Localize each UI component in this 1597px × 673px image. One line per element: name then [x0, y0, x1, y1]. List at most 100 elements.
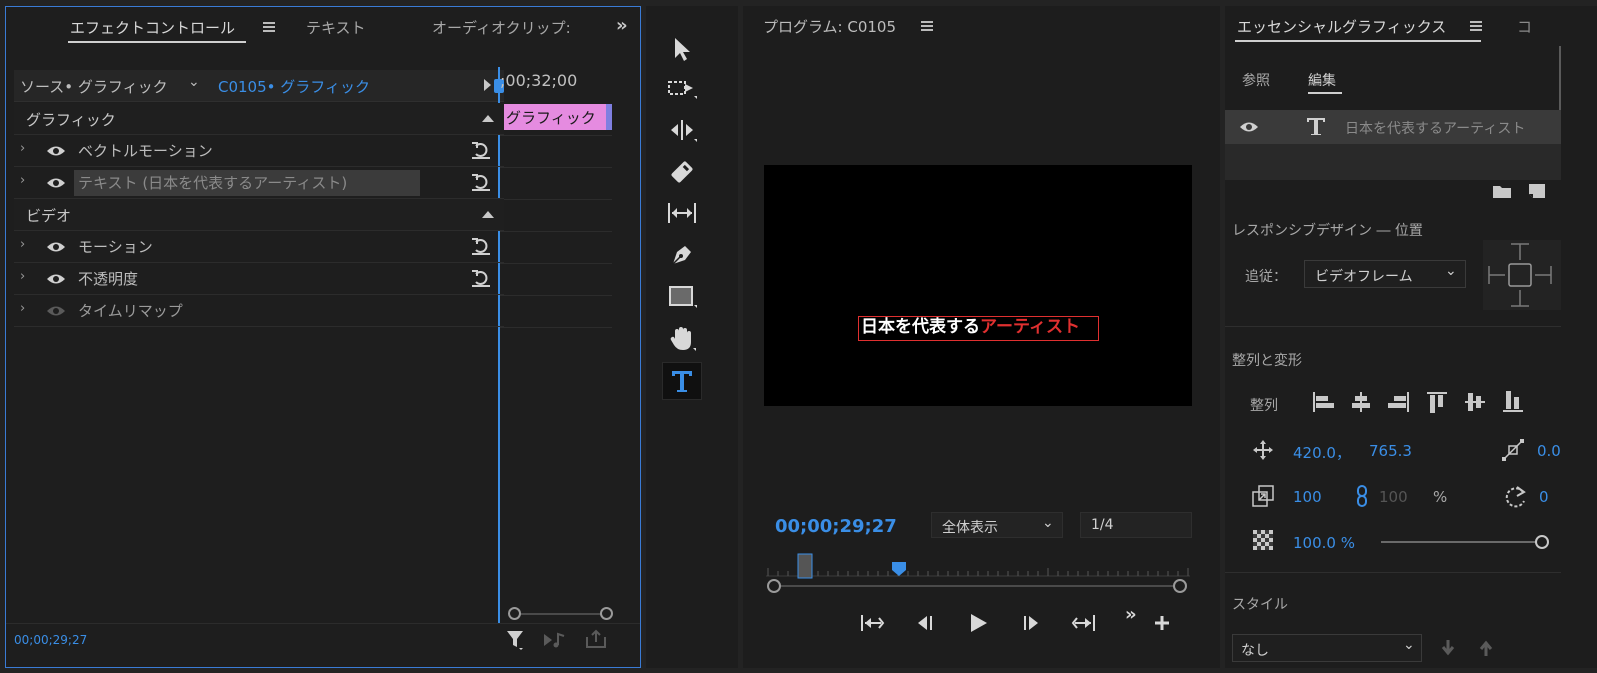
program-zoom-scrollbar[interactable]: [767, 578, 1187, 594]
source-dropdown-chevron-icon[interactable]: ⌄: [188, 74, 200, 90]
pen-tool-icon[interactable]: [664, 238, 700, 272]
pull-style-up-icon[interactable]: [1477, 638, 1495, 658]
scrollbar-handle-right[interactable]: [600, 607, 613, 620]
playhead-timecode[interactable]: 00;00;29;27: [775, 516, 897, 537]
timeline-divider: [500, 231, 612, 232]
eye-icon[interactable]: [46, 241, 66, 253]
go-to-in-icon[interactable]: [859, 612, 885, 634]
align-center-vertical-icon[interactable]: [1463, 390, 1487, 414]
link-icon[interactable]: [1355, 484, 1369, 508]
position-x-value[interactable]: 420.0，: [1293, 442, 1351, 463]
video-frame[interactable]: 日本を代表するアーティスト: [764, 165, 1192, 406]
more-controls-chevrons-icon[interactable]: »: [1125, 604, 1137, 625]
expand-chevron-icon[interactable]: ›: [20, 173, 25, 188]
graphic-clip-bar[interactable]: グラフィック: [500, 104, 612, 130]
zoom-level-value: 全体表示: [942, 520, 998, 536]
ripple-edit-tool-icon[interactable]: [664, 114, 700, 148]
step-forward-icon[interactable]: [1021, 612, 1043, 634]
timeline-zoom-scrollbar[interactable]: [508, 607, 613, 621]
align-bottom-icon[interactable]: [1501, 390, 1525, 414]
clip-selector[interactable]: C0105• グラフィック: [218, 76, 370, 97]
type-tool-icon[interactable]: [662, 362, 702, 400]
scrollbar-handle-left[interactable]: [508, 607, 521, 620]
align-top-icon[interactable]: [1425, 390, 1449, 414]
effect-row-vector-motion[interactable]: › ベクトルモーション: [14, 135, 504, 167]
tab-truncated[interactable]: コ: [1517, 16, 1532, 37]
reset-icon[interactable]: [470, 268, 492, 288]
overflow-chevrons-icon[interactable]: »: [616, 15, 628, 36]
reset-icon[interactable]: [470, 140, 492, 160]
add-button-icon[interactable]: [1153, 614, 1171, 632]
program-menu-icon[interactable]: [921, 21, 933, 31]
eye-icon[interactable]: [46, 273, 66, 285]
hand-tool-icon[interactable]: [664, 322, 700, 356]
essential-graphics-panel: エッセンシャルグラフィックス コ 参照 編集 日本を代表するアーティスト レスポ…: [1225, 6, 1597, 668]
expand-chevron-icon[interactable]: ›: [20, 301, 25, 316]
timeline-divider: [500, 327, 612, 328]
scrollbar-handle-left[interactable]: [767, 579, 781, 593]
tab-audio-clip-mixer[interactable]: オーディオクリップ:: [432, 17, 580, 38]
tab-text[interactable]: テキスト: [306, 17, 366, 38]
opacity-slider-track[interactable]: [1381, 541, 1541, 543]
scale-value[interactable]: 100: [1293, 488, 1322, 506]
align-center-horizontal-icon[interactable]: [1349, 390, 1373, 414]
scrollbar-handle-right[interactable]: [1173, 579, 1187, 593]
align-left-icon[interactable]: [1311, 390, 1335, 414]
tab-browse[interactable]: 参照: [1242, 70, 1270, 90]
effect-row-motion[interactable]: › モーション: [14, 231, 504, 263]
text-layer-bounding-box[interactable]: 日本を代表するアーティスト: [858, 316, 1099, 341]
opacity-slider-thumb[interactable]: [1535, 535, 1549, 549]
go-to-out-icon[interactable]: [1071, 612, 1097, 634]
play-audio-icon[interactable]: [542, 631, 568, 649]
graphic-clip-label: グラフィック: [506, 109, 596, 127]
rectangle-tool-icon[interactable]: [664, 280, 700, 314]
effect-row-opacity[interactable]: › 不透明度: [14, 263, 504, 295]
eye-icon[interactable]: [46, 177, 66, 189]
essential-graphics-menu-icon[interactable]: [1470, 21, 1482, 31]
new-layer-icon[interactable]: [1527, 182, 1547, 200]
chevron-down-icon: ⌄: [1042, 515, 1054, 531]
position-y-value[interactable]: 765.3: [1369, 442, 1412, 460]
expand-chevron-icon[interactable]: ›: [20, 237, 25, 252]
eye-disabled-icon[interactable]: [46, 305, 66, 317]
section-video[interactable]: ビデオ: [14, 199, 504, 231]
track-select-tool-icon[interactable]: [664, 72, 700, 106]
opacity-value[interactable]: 100.0 %: [1293, 534, 1355, 552]
play-button-icon[interactable]: [967, 612, 989, 634]
collapse-up-icon[interactable]: [482, 211, 494, 218]
pin-to-edges-widget[interactable]: [1483, 240, 1561, 310]
new-group-folder-icon[interactable]: [1491, 182, 1513, 200]
razor-tool-icon[interactable]: [664, 156, 700, 190]
follow-select-value: ビデオフレーム: [1315, 269, 1413, 285]
collapse-up-icon[interactable]: [482, 115, 494, 122]
reset-icon[interactable]: [470, 172, 492, 192]
tab-edit[interactable]: 編集: [1308, 70, 1336, 90]
effect-row-time-remap[interactable]: › タイムリマップ: [14, 295, 504, 327]
effect-row-text-layer[interactable]: › テキスト (日本を代表するアーティスト): [14, 167, 504, 199]
tab-effect-controls[interactable]: エフェクトコントロール: [70, 17, 235, 38]
panel-menu-icon[interactable]: [263, 22, 275, 32]
slip-tool-icon[interactable]: [664, 196, 700, 230]
style-select[interactable]: なし ⌄: [1232, 634, 1422, 662]
section-graphic[interactable]: グラフィック: [14, 103, 504, 135]
expand-chevron-icon[interactable]: ›: [20, 269, 25, 284]
step-back-icon[interactable]: [913, 612, 935, 634]
selection-tool-icon[interactable]: [664, 32, 700, 66]
filter-icon[interactable]: [506, 629, 526, 651]
anchor-value[interactable]: 0.0: [1537, 442, 1561, 460]
eye-icon[interactable]: [46, 145, 66, 157]
rotation-value[interactable]: 0: [1539, 488, 1549, 506]
expand-chevron-icon[interactable]: ›: [20, 141, 25, 156]
layer-item[interactable]: 日本を代表するアーティスト: [1225, 110, 1561, 144]
time-ruler[interactable]: [764, 550, 1192, 580]
push-style-down-icon[interactable]: [1439, 638, 1457, 658]
reset-icon[interactable]: [470, 236, 492, 256]
resolution-select[interactable]: 1/4: [1080, 512, 1192, 538]
play-triangle-icon[interactable]: [484, 79, 491, 91]
align-right-icon[interactable]: [1387, 390, 1411, 414]
eye-icon[interactable]: [1239, 121, 1259, 133]
zoom-level-select[interactable]: 全体表示 ⌄: [931, 512, 1063, 538]
follow-select[interactable]: ビデオフレーム ⌄: [1304, 260, 1466, 288]
export-icon[interactable]: [584, 629, 608, 649]
essential-graphics-title[interactable]: エッセンシャルグラフィックス: [1237, 16, 1446, 37]
